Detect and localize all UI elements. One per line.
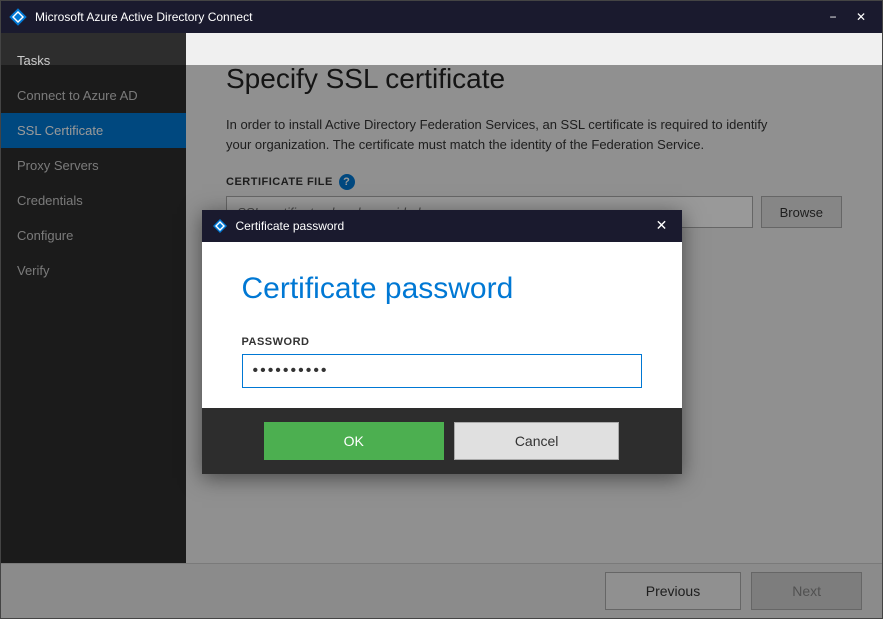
window-title: Microsoft Azure Active Directory Connect [35,10,820,24]
modal-icon [212,218,228,234]
app-window: Microsoft Azure Active Directory Connect… [0,0,883,619]
modal-heading: Certificate password [242,272,642,306]
title-bar: Microsoft Azure Active Directory Connect… [1,1,882,33]
password-label: PASSWORD [242,336,642,348]
modal-footer: OK Cancel [202,408,682,474]
window-body: Tasks Connect to Azure AD SSL Certificat… [1,33,882,618]
modal-title-text: Certificate password [236,219,652,233]
modal-title-bar: Certificate password ✕ [202,210,682,242]
close-button[interactable]: ✕ [848,7,874,27]
modal-body: Certificate password PASSWORD [202,242,682,408]
app-icon [9,8,27,26]
modal-overlay: Certificate password ✕ Certificate passw… [1,65,882,618]
window-controls: − ✕ [820,7,874,27]
modal-close-button[interactable]: ✕ [652,216,672,236]
modal-ok-button[interactable]: OK [264,422,444,460]
modal-cancel-button[interactable]: Cancel [454,422,620,460]
certificate-password-modal: Certificate password ✕ Certificate passw… [202,210,682,474]
minimize-button[interactable]: − [820,7,846,27]
password-input[interactable] [242,354,642,388]
